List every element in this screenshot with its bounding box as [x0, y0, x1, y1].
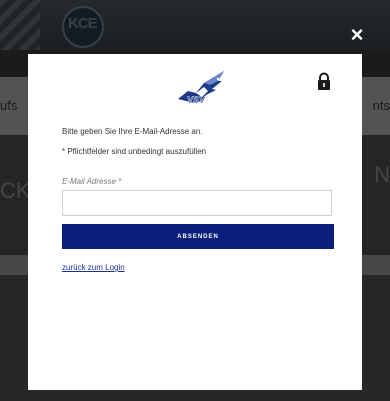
email-field[interactable]	[62, 190, 332, 216]
submit-button[interactable]: ABSENDEN	[62, 224, 334, 249]
intro-text: Bitte geben Sie Ihre E-Mail-Adresse an.	[62, 127, 203, 136]
email-label: E-Mail Adresse *	[62, 177, 122, 186]
password-reset-modal: VSV Bitte geben Sie Ihre E-Mail-Adresse …	[28, 54, 362, 390]
logo-text: VSV	[187, 95, 206, 105]
back-to-login-link[interactable]: zurück zum Login	[62, 263, 125, 272]
close-icon[interactable]: ×	[344, 22, 370, 48]
eagle-logo-icon: VSV	[178, 71, 224, 105]
required-fields-note: * Pflichtfelder sind unbedingt auszufüll…	[62, 147, 207, 156]
lock-icon	[318, 72, 330, 90]
